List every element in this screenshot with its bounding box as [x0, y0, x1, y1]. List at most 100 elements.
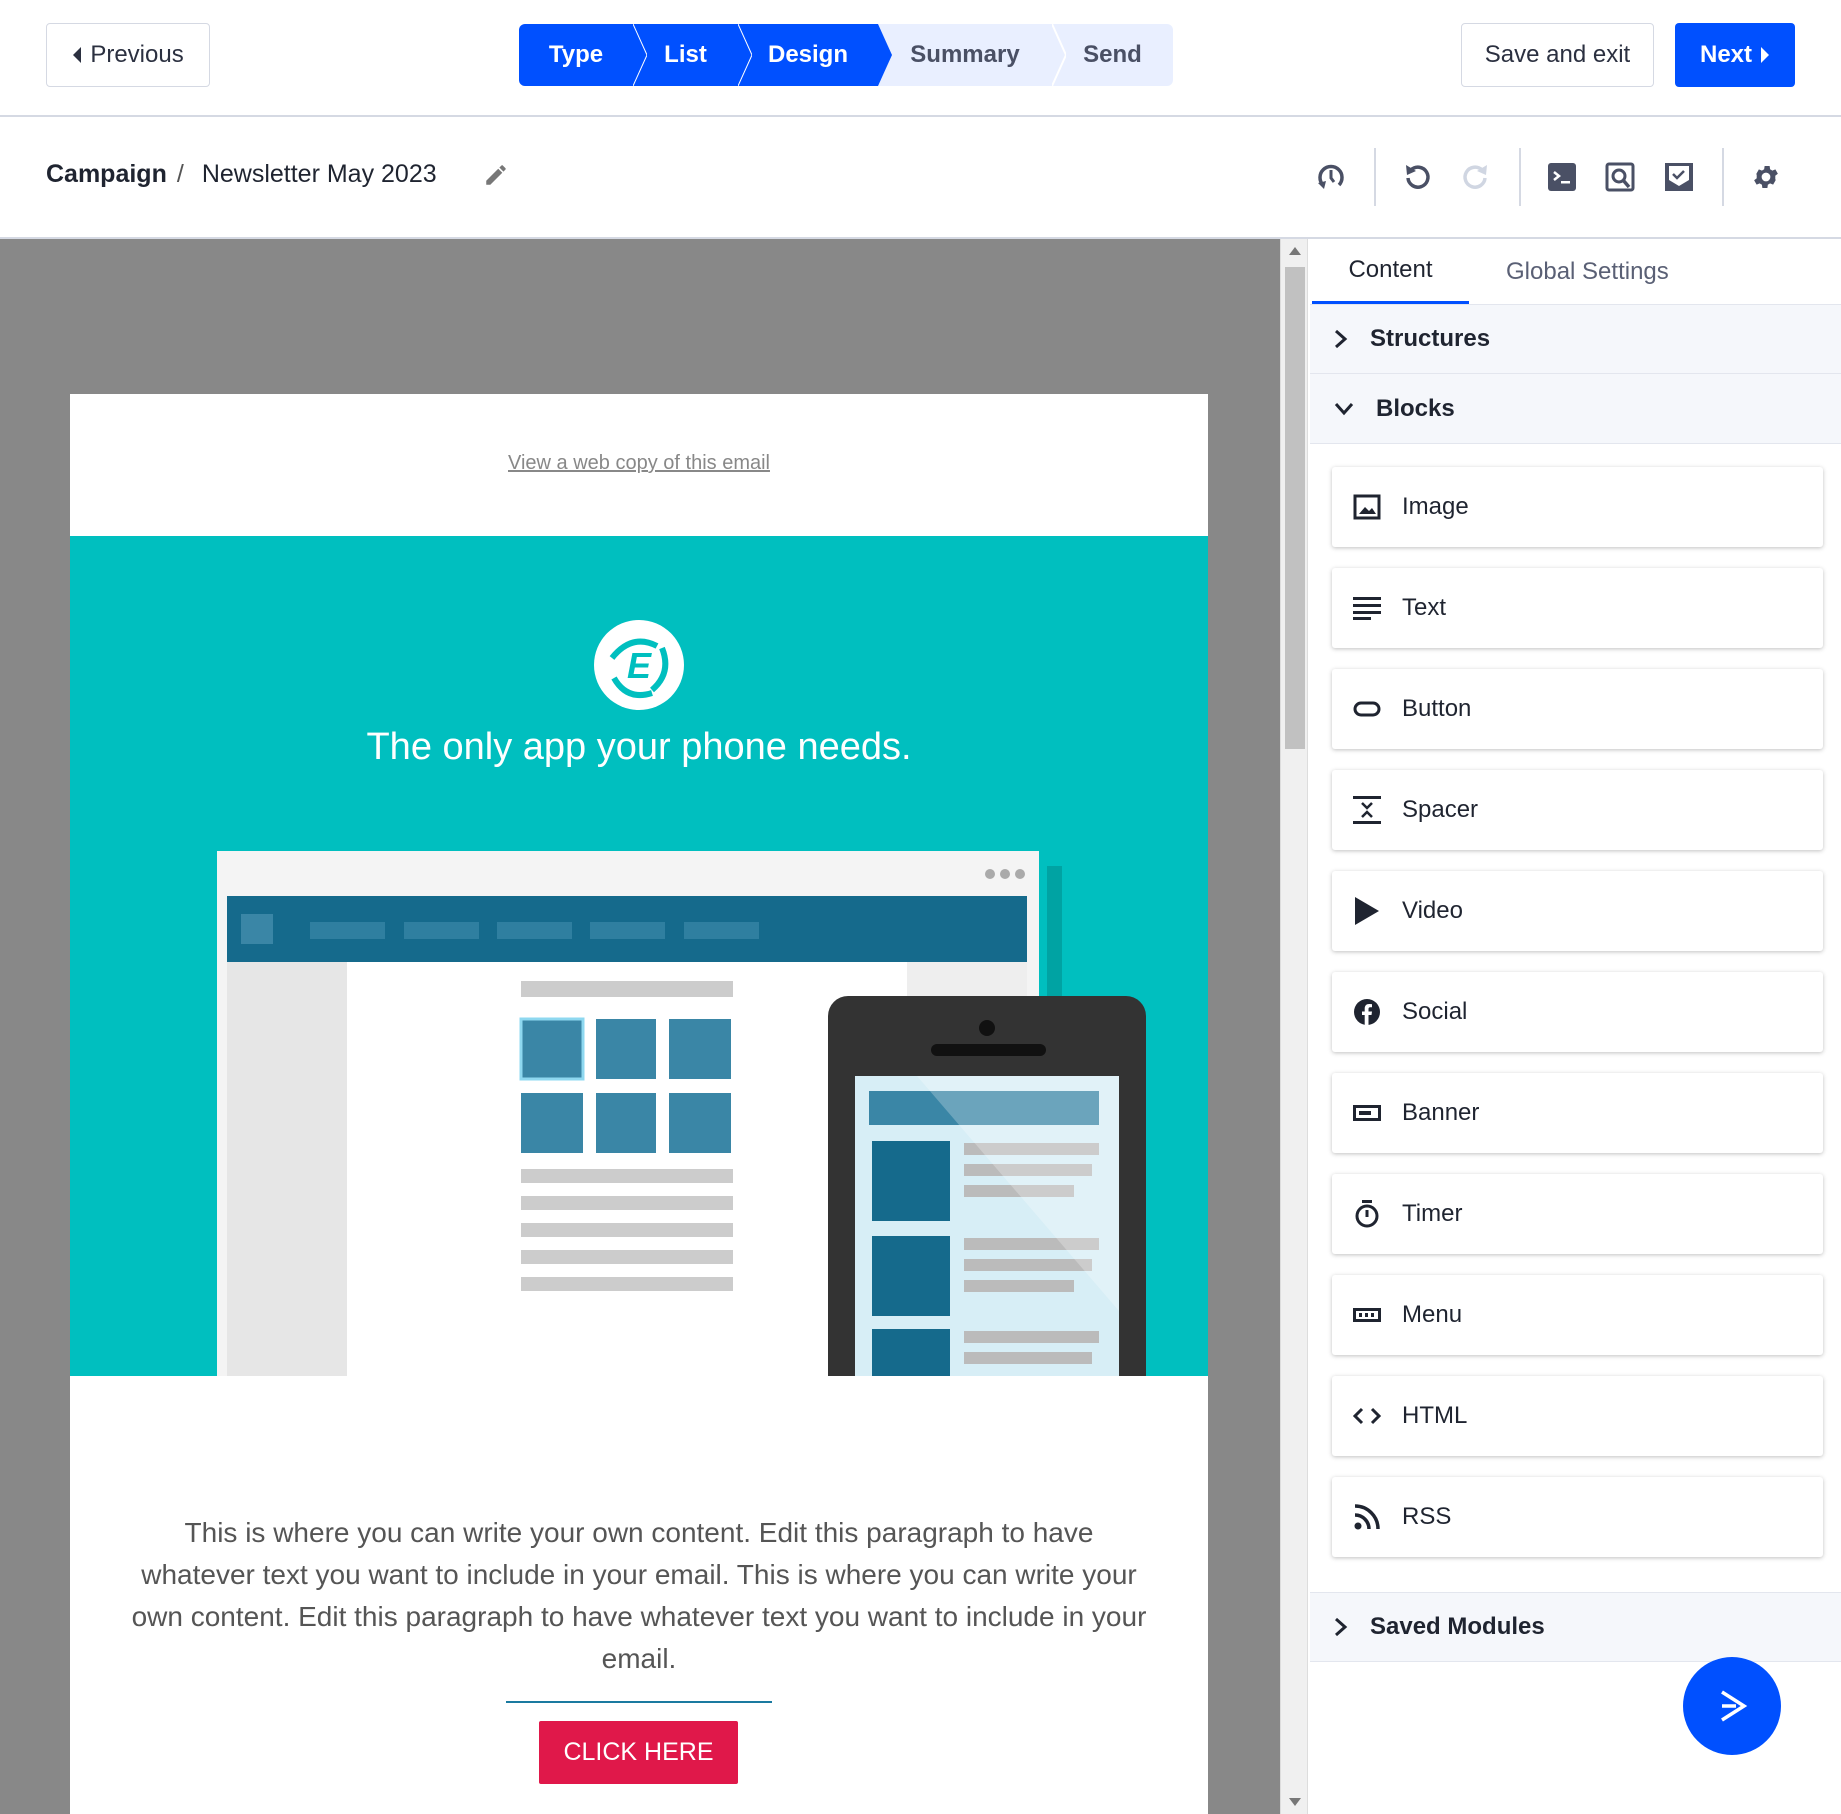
- rss-icon: [1352, 1502, 1382, 1532]
- next-button[interactable]: Next: [1675, 23, 1795, 87]
- scroll-down-icon[interactable]: [1289, 1798, 1301, 1806]
- step-label: Design: [767, 41, 848, 68]
- email-preview: View a web copy of this email E The only…: [70, 394, 1208, 1814]
- step-label: Send: [1083, 41, 1142, 68]
- chevron-right-icon: [1335, 329, 1348, 349]
- scroll-up-icon[interactable]: [1289, 247, 1301, 255]
- next-label: Next: [1699, 41, 1753, 68]
- block-label: RSS: [1402, 1503, 1452, 1530]
- progress-stepper: Type List Design Summary Send: [519, 24, 1173, 86]
- step-type[interactable]: Type: [519, 24, 647, 86]
- blocks-section[interactable]: Blocks: [1310, 374, 1841, 444]
- block-label: Timer: [1402, 1200, 1463, 1227]
- undo-icon[interactable]: [1400, 160, 1434, 194]
- chevron-separator: [1052, 24, 1066, 86]
- app-illustration: [217, 851, 1146, 1376]
- arrow-right-icon: [1721, 1690, 1748, 1722]
- save-and-exit-button[interactable]: Save and exit: [1461, 23, 1654, 87]
- redo-icon[interactable]: [1459, 160, 1493, 194]
- button-icon: [1352, 694, 1382, 724]
- caret-right-icon: [1761, 47, 1770, 63]
- pencil-icon[interactable]: [483, 162, 509, 188]
- campaign-name: Newsletter May 2023: [201, 160, 437, 188]
- banner-icon: [1352, 1098, 1382, 1128]
- content-panel: Content Global Settings Structures Block…: [1310, 239, 1841, 1814]
- block-image[interactable]: Image: [1332, 467, 1823, 547]
- block-menu[interactable]: Menu: [1332, 1275, 1823, 1355]
- step-label: Type: [548, 41, 604, 68]
- body-paragraph[interactable]: This is where you can write your own con…: [130, 1512, 1148, 1680]
- email-canvas: View a web copy of this email E The only…: [0, 239, 1280, 1814]
- block-button[interactable]: Button: [1332, 669, 1823, 749]
- tab-content[interactable]: Content: [1312, 239, 1469, 304]
- block-rss[interactable]: RSS: [1332, 1477, 1823, 1557]
- menu-icon: [1352, 1300, 1382, 1330]
- scrollbar-thumb[interactable]: [1285, 267, 1305, 749]
- hero-headline: The only app your phone needs.: [366, 726, 912, 768]
- step-summary[interactable]: Summary: [878, 24, 1066, 86]
- breadcrumb-root[interactable]: Campaign: [46, 160, 167, 189]
- step-label: Summary: [910, 41, 1020, 68]
- block-html[interactable]: HTML: [1332, 1376, 1823, 1456]
- block-social[interactable]: Social: [1332, 972, 1823, 1052]
- structures-section[interactable]: Structures: [1310, 304, 1841, 374]
- code-icon[interactable]: [1545, 160, 1579, 194]
- block-video[interactable]: Video: [1332, 871, 1823, 951]
- step-design[interactable]: Design: [738, 24, 892, 86]
- block-label: Button: [1402, 695, 1472, 722]
- step-label: List: [664, 41, 707, 68]
- block-label: Spacer: [1402, 796, 1479, 823]
- section-label: Structures: [1370, 325, 1491, 352]
- web-copy-link[interactable]: View a web copy of this email: [70, 452, 1208, 475]
- breadcrumb: Campaign / Newsletter May 2023: [46, 160, 509, 189]
- test-email-icon[interactable]: [1662, 160, 1696, 194]
- block-label: Video: [1402, 897, 1463, 924]
- chevron-right-icon: [1335, 1617, 1348, 1637]
- block-label: Image: [1402, 493, 1469, 520]
- breadcrumb-separator: /: [176, 160, 184, 188]
- block-spacer[interactable]: Spacer: [1332, 770, 1823, 850]
- previous-label: Previous: [90, 41, 184, 68]
- section-label: Blocks: [1376, 394, 1455, 422]
- chevron-down-icon: [1334, 402, 1354, 415]
- divider-line: [506, 1701, 772, 1703]
- chevron-separator: [878, 24, 892, 86]
- block-label: Social: [1402, 998, 1468, 1025]
- divider: [1722, 148, 1724, 206]
- block-label: Menu: [1402, 1301, 1463, 1328]
- settings-icon[interactable]: [1749, 160, 1783, 194]
- chevron-separator: [633, 24, 647, 86]
- block-banner[interactable]: Banner: [1332, 1073, 1823, 1153]
- code-icon: [1352, 1401, 1382, 1431]
- preview-icon[interactable]: [1603, 160, 1637, 194]
- history-icon[interactable]: [1314, 160, 1348, 194]
- section-label: Saved Modules: [1370, 1613, 1545, 1640]
- step-list[interactable]: List: [633, 24, 752, 86]
- chevron-separator: [738, 24, 752, 86]
- block-label: Banner: [1402, 1099, 1480, 1126]
- timer-icon: [1352, 1199, 1382, 1229]
- brand-logo: E: [594, 620, 684, 710]
- spacer-icon: [1352, 795, 1382, 825]
- cta-button[interactable]: CLICK HERE: [539, 1721, 738, 1784]
- text-icon: [1352, 593, 1382, 623]
- block-timer[interactable]: Timer: [1332, 1174, 1823, 1254]
- block-label: Text: [1402, 594, 1447, 621]
- block-text[interactable]: Text: [1332, 568, 1823, 648]
- divider: [1519, 148, 1521, 206]
- facebook-icon: [1352, 997, 1382, 1027]
- top-bar: Previous Type List Design Summary Send S…: [0, 0, 1841, 117]
- divider: [1374, 148, 1376, 206]
- caret-left-icon: [73, 47, 82, 63]
- image-icon: [1352, 492, 1382, 522]
- svg-text:E: E: [627, 645, 652, 686]
- video-icon: [1352, 896, 1382, 926]
- canvas-scrollbar[interactable]: [1280, 239, 1308, 1814]
- tab-global-settings[interactable]: Global Settings: [1506, 239, 1669, 304]
- send-fab-button[interactable]: [1683, 1657, 1781, 1755]
- hero-section[interactable]: E The only app your phone needs.: [70, 536, 1208, 1376]
- step-send[interactable]: Send: [1052, 24, 1173, 86]
- previous-button[interactable]: Previous: [46, 23, 210, 87]
- block-label: HTML: [1402, 1402, 1468, 1429]
- saved-modules-section[interactable]: Saved Modules: [1310, 1592, 1841, 1662]
